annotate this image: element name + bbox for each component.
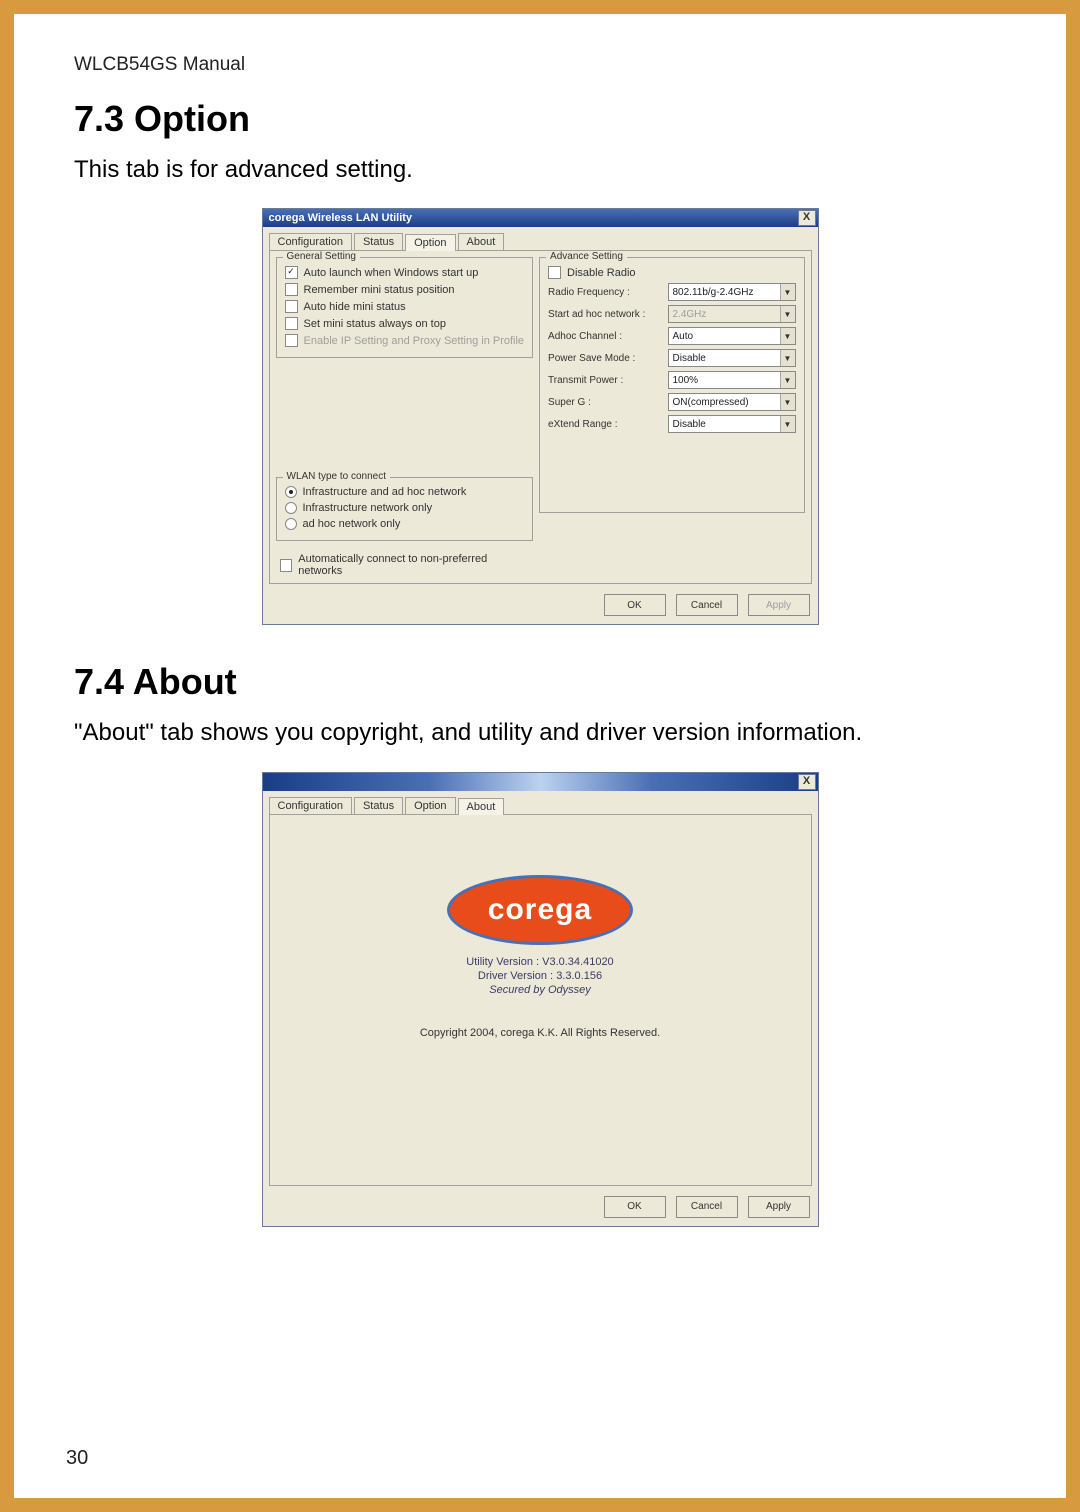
about-pane: corega Utility Version : V3.0.34.41020 D…	[269, 814, 812, 1186]
chk-enable-ip-proxy: Enable IP Setting and Proxy Setting in P…	[285, 332, 525, 349]
tab-status[interactable]: Status	[354, 797, 403, 814]
chk-always-on-top[interactable]: Set mini status always on top	[285, 315, 525, 332]
checkbox-icon[interactable]	[285, 317, 298, 330]
chevron-down-icon[interactable]: ▼	[780, 372, 795, 388]
title-bar: corega Wireless LAN Utility X	[263, 209, 818, 227]
checkbox-icon[interactable]	[285, 283, 298, 296]
radio-adhoc-only[interactable]: ad hoc network only	[285, 516, 525, 532]
transmit-power-label: Transmit Power :	[548, 375, 661, 386]
secured-by-line: Secured by Odyssey	[270, 983, 811, 997]
general-setting-legend: General Setting	[283, 251, 361, 262]
copyright-line: Copyright 2004, corega K.K. All Rights R…	[270, 1027, 811, 1039]
checkbox-icon[interactable]	[280, 559, 293, 572]
chk-auto-hide[interactable]: Auto hide mini status	[285, 298, 525, 315]
driver-version-row: Driver Version : 3.3.0.156	[270, 969, 811, 983]
checkbox-icon	[285, 334, 298, 347]
tab-configuration[interactable]: Configuration	[269, 797, 352, 814]
close-icon[interactable]: X	[798, 774, 816, 790]
tab-option[interactable]: Option	[405, 797, 455, 814]
radio-icon[interactable]	[285, 518, 297, 530]
chk-disable-radio[interactable]: Disable Radio	[548, 264, 795, 281]
super-g-label: Super G :	[548, 397, 661, 408]
power-save-select[interactable]: Disable▼	[668, 349, 796, 367]
chk-auto-launch[interactable]: ✓Auto launch when Windows start up	[285, 264, 525, 281]
advance-setting-group: Advance Setting Disable Radio Radio Freq…	[539, 257, 804, 513]
power-save-label: Power Save Mode :	[548, 353, 661, 364]
driver-version-label: Driver Version :	[478, 970, 553, 982]
radio-frequency-select[interactable]: 802.11b/g-2.4GHz▼	[668, 283, 796, 301]
document-page: WLCB54GS Manual 7.3 Option This tab is f…	[14, 14, 1066, 1498]
checkbox-icon[interactable]: ✓	[285, 266, 298, 279]
tab-about[interactable]: About	[458, 798, 505, 815]
checkbox-icon[interactable]	[548, 266, 561, 279]
ok-button[interactable]: OK	[604, 594, 666, 616]
radio-both-networks[interactable]: Infrastructure and ad hoc network	[285, 484, 525, 500]
tabs-row: Configuration Status Option About	[263, 791, 818, 814]
section-text-option: This tab is for advanced setting.	[74, 154, 1006, 186]
option-dialog: corega Wireless LAN Utility X Configurat…	[262, 208, 819, 625]
chevron-down-icon[interactable]: ▼	[780, 350, 795, 366]
tab-option[interactable]: Option	[405, 234, 455, 251]
chevron-down-icon[interactable]: ▼	[780, 328, 795, 344]
section-heading-option: 7.3 Option	[74, 98, 1006, 140]
wlan-type-legend: WLAN type to connect	[283, 471, 391, 482]
adhoc-channel-select[interactable]: Auto▼	[668, 327, 796, 345]
option-pane: General Setting ✓Auto launch when Window…	[269, 250, 812, 584]
radio-icon[interactable]	[285, 486, 297, 498]
radio-infrastructure-only[interactable]: Infrastructure network only	[285, 500, 525, 516]
dialog-button-row: OK Cancel Apply	[263, 1192, 818, 1226]
apply-button[interactable]: Apply	[748, 1196, 810, 1218]
section-text-about: "About" tab shows you copyright, and uti…	[74, 717, 1006, 749]
wlan-type-group: WLAN type to connect Infrastructure and …	[276, 477, 534, 541]
section-heading-about: 7.4 About	[74, 661, 1006, 703]
title-bar: X	[263, 773, 818, 791]
extend-range-label: eXtend Range :	[548, 419, 661, 430]
utility-version-label: Utility Version :	[466, 956, 539, 968]
driver-version-value: 3.3.0.156	[556, 970, 602, 982]
utility-version-value: V3.0.34.41020	[542, 956, 614, 968]
page-number: 30	[66, 1447, 88, 1470]
general-setting-group: General Setting ✓Auto launch when Window…	[276, 257, 534, 358]
transmit-power-select[interactable]: 100%▼	[668, 371, 796, 389]
start-adhoc-select: 2.4GHz▼	[668, 305, 796, 323]
radio-frequency-label: Radio Frequency :	[548, 287, 661, 298]
chevron-down-icon[interactable]: ▼	[780, 394, 795, 410]
tab-about[interactable]: About	[458, 233, 505, 250]
radio-icon[interactable]	[285, 502, 297, 514]
dialog-button-row: OK Cancel Apply	[263, 590, 818, 624]
tab-configuration[interactable]: Configuration	[269, 233, 352, 250]
corega-logo-icon: corega	[447, 875, 633, 945]
about-dialog: X Configuration Status Option About core…	[262, 772, 819, 1227]
close-icon[interactable]: X	[798, 210, 816, 226]
chevron-down-icon[interactable]: ▼	[780, 284, 795, 300]
super-g-select[interactable]: ON(compressed)▼	[668, 393, 796, 411]
advance-setting-legend: Advance Setting	[546, 251, 627, 262]
cancel-button[interactable]: Cancel	[676, 594, 738, 616]
cancel-button[interactable]: Cancel	[676, 1196, 738, 1218]
chevron-down-icon[interactable]: ▼	[780, 416, 795, 432]
tabs-row: Configuration Status Option About	[263, 227, 818, 250]
chk-auto-connect-nonpreferred[interactable]: Automatically connect to non-preferred n…	[276, 547, 534, 577]
window-title: corega Wireless LAN Utility	[269, 212, 413, 224]
checkbox-icon[interactable]	[285, 300, 298, 313]
chk-remember-position[interactable]: Remember mini status position	[285, 281, 525, 298]
adhoc-channel-label: Adhoc Channel :	[548, 331, 661, 342]
start-adhoc-label: Start ad hoc network :	[548, 309, 661, 320]
apply-button: Apply	[748, 594, 810, 616]
tab-status[interactable]: Status	[354, 233, 403, 250]
extend-range-select[interactable]: Disable▼	[668, 415, 796, 433]
utility-version-row: Utility Version : V3.0.34.41020	[270, 955, 811, 969]
chevron-down-icon: ▼	[780, 306, 795, 322]
document-header: WLCB54GS Manual	[74, 54, 1006, 76]
ok-button[interactable]: OK	[604, 1196, 666, 1218]
